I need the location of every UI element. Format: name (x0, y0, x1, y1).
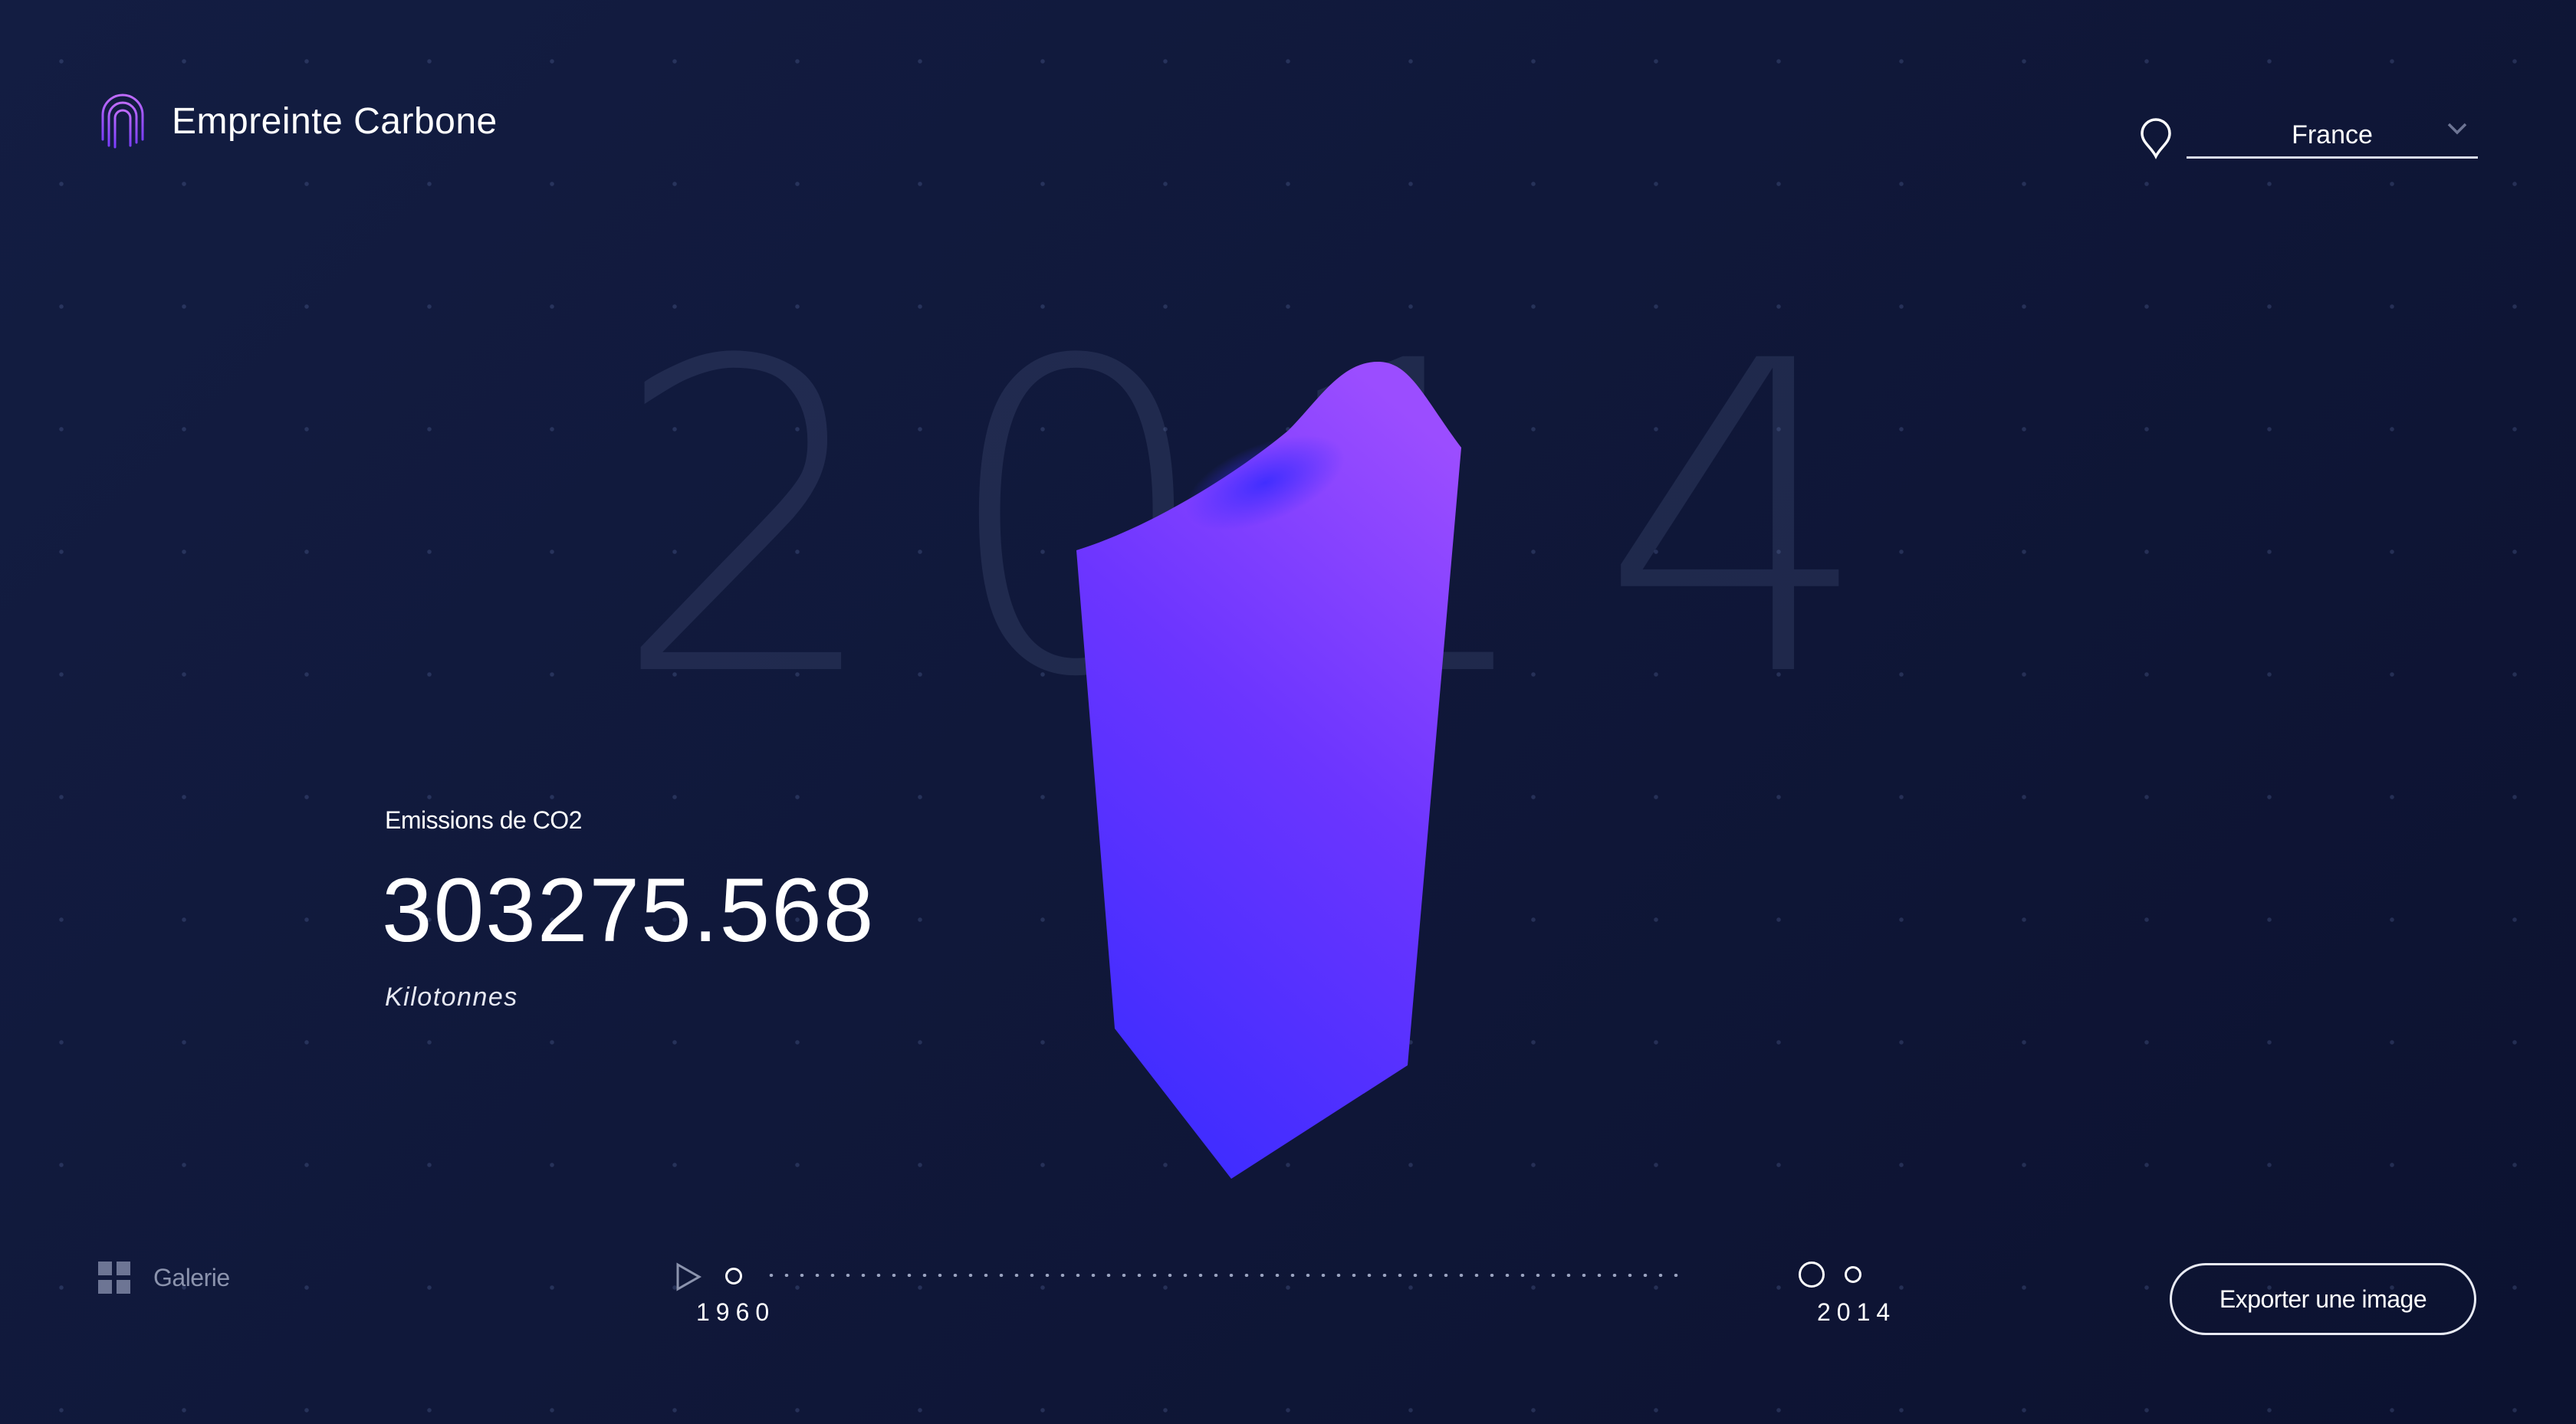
chevron-down-icon[interactable] (2446, 120, 2469, 138)
timeline-track[interactable] (764, 1274, 1684, 1277)
emission-shape (1076, 361, 1461, 1179)
metric-value: 303275.568 (382, 860, 876, 961)
year-timeline[interactable]: 1960 2014 (667, 1254, 1890, 1346)
map-pin-icon (2141, 118, 2171, 159)
timeline-end-marker[interactable] (1845, 1266, 1861, 1283)
grid-icon (98, 1262, 130, 1294)
timeline-end-label: 2014 (1817, 1298, 1897, 1326)
app-title: Empreinte Carbone (172, 100, 498, 142)
country-selector[interactable]: France (2137, 113, 2478, 159)
year-digit: 4 (1599, 271, 1874, 771)
fingerprint-icon (101, 94, 144, 150)
export-image-button[interactable]: Exporter une image (2170, 1263, 2476, 1335)
country-select[interactable]: France (2187, 113, 2478, 159)
timeline-handle[interactable] (1799, 1262, 1825, 1288)
timeline-start-label: 1960 (696, 1298, 776, 1326)
country-select-value: France (2292, 120, 2373, 149)
app-brand: Empreinte Carbone (100, 92, 498, 150)
metric-label: Emissions de CO2 (385, 806, 582, 834)
gallery-link[interactable]: Galerie (98, 1262, 230, 1294)
play-icon[interactable] (675, 1262, 702, 1292)
metric-unit: Kilotonnes (385, 983, 518, 1012)
gallery-label: Galerie (153, 1263, 230, 1291)
year-digit: 2 (610, 271, 885, 771)
timeline-start-marker[interactable] (725, 1268, 742, 1285)
